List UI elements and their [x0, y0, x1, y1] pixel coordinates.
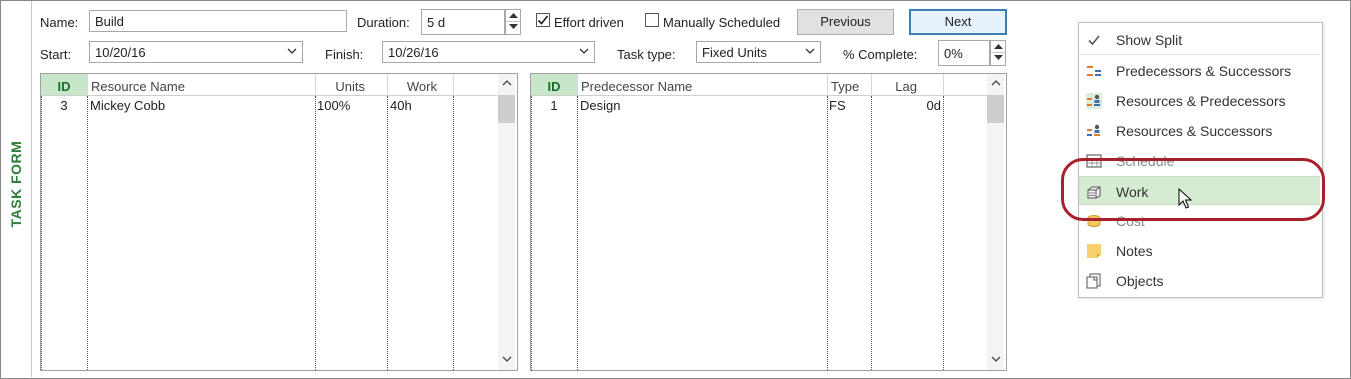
resource-table-scrollbar[interactable]	[498, 74, 515, 370]
resources-successors-icon	[1087, 124, 1100, 136]
scroll-up-icon[interactable]	[991, 79, 1001, 86]
menu-item-label: Resources & Successors	[1116, 123, 1273, 139]
column-header-id[interactable]: ID	[531, 74, 577, 96]
previous-button[interactable]: Previous	[797, 9, 894, 35]
task-form-sidebar: TASK FORM	[1, 1, 32, 377]
notes-icon	[1087, 244, 1101, 258]
predecessor-row-id[interactable]: 1	[531, 98, 577, 113]
manually-scheduled-label: Manually Scheduled	[663, 15, 781, 30]
name-label: Name:	[40, 15, 79, 30]
scroll-up-icon[interactable]	[502, 79, 512, 86]
spin-up-icon[interactable]	[991, 41, 1005, 53]
checkmark-icon	[537, 15, 549, 25]
menu-item-label: Objects	[1116, 273, 1164, 289]
chevron-down-icon	[287, 48, 297, 54]
spin-down-icon[interactable]	[991, 53, 1005, 65]
objects-icon	[1086, 273, 1101, 289]
start-date-dropdown[interactable]: 10/20/16	[89, 41, 303, 63]
menu-item-label: Notes	[1116, 243, 1153, 259]
finish-label: Finish:	[325, 47, 364, 62]
resources-predecessors-icon	[1086, 93, 1102, 109]
percent-complete-input[interactable]: 0%	[938, 40, 990, 66]
resource-row-id: 3	[60, 98, 68, 113]
finish-date-dropdown[interactable]: 10/26/16	[382, 41, 595, 63]
menu-item-predecessors-successors[interactable]: Predecessors & Successors	[1079, 56, 1320, 85]
menu-item-resources-successors[interactable]: Resources & Successors	[1079, 116, 1320, 145]
chevron-down-icon	[579, 48, 589, 54]
resource-row-work[interactable]: 40h	[390, 98, 412, 113]
duration-input[interactable]: 5 d	[421, 9, 505, 35]
predecessor-row-lag[interactable]: 0d	[871, 98, 941, 113]
scroll-down-icon[interactable]	[502, 356, 512, 363]
column-header-units[interactable]: Units	[315, 74, 387, 96]
menu-item-notes[interactable]: Notes	[1079, 236, 1320, 265]
mouse-pointer-icon	[1178, 188, 1192, 209]
effort-driven-checkbox[interactable]	[536, 13, 550, 27]
scroll-thumb[interactable]	[987, 95, 1004, 123]
column-header-resource-name[interactable]: Resource Name	[87, 74, 315, 96]
menu-item-label: Predecessors & Successors	[1116, 63, 1292, 79]
task-type-value: Fixed Units	[702, 45, 768, 60]
scroll-thumb[interactable]	[498, 95, 515, 123]
predecessor-row-name[interactable]: Design	[580, 98, 620, 113]
menu-item-label: Resources & Predecessors	[1116, 93, 1286, 109]
column-header-type[interactable]: Type	[827, 74, 871, 96]
menu-item-label: Show Split	[1116, 32, 1183, 48]
percent-complete-label: % Complete:	[843, 47, 918, 62]
duration-label: Duration:	[357, 15, 410, 30]
start-date-value: 10/20/16	[95, 45, 146, 60]
duration-spinner[interactable]	[505, 9, 521, 35]
task-type-label: Task type:	[617, 47, 676, 62]
spin-down-icon[interactable]	[506, 22, 520, 34]
menu-item-objects[interactable]: Objects	[1079, 266, 1320, 295]
highlight-annotation-oval	[1061, 158, 1325, 221]
column-header-predecessor-name[interactable]: Predecessor Name	[577, 74, 827, 96]
start-label: Start:	[40, 47, 72, 62]
next-button[interactable]: Next	[909, 9, 1007, 35]
menu-item-show-split[interactable]: Show Split	[1079, 25, 1320, 54]
predecessors-successors-icon	[1087, 66, 1101, 76]
scroll-down-icon[interactable]	[991, 356, 1001, 363]
predecessor-table: ID Predecessor Name Type Lag 1 Design FS…	[530, 73, 1007, 371]
resource-row-units[interactable]: 100%	[317, 98, 350, 113]
spin-up-icon[interactable]	[506, 10, 520, 22]
manually-scheduled-checkbox[interactable]	[645, 13, 659, 27]
chevron-down-icon	[805, 48, 815, 54]
predecessor-table-scrollbar[interactable]	[987, 74, 1004, 370]
name-input[interactable]: Build	[89, 10, 347, 32]
view-label: TASK FORM	[8, 140, 24, 228]
menu-item-resources-predecessors[interactable]: Resources & Predecessors	[1079, 86, 1320, 115]
checkmark-icon	[1088, 35, 1100, 46]
predecessor-row-type[interactable]: FS	[829, 98, 846, 113]
finish-date-value: 10/26/16	[388, 45, 439, 60]
percent-complete-spinner[interactable]	[990, 40, 1006, 66]
effort-driven-label: Effort driven	[554, 15, 624, 30]
resource-table: ID Resource Name Units Work 3 Mickey Cob…	[40, 73, 518, 371]
column-header-id[interactable]: ID	[41, 74, 87, 96]
resource-row-name[interactable]: Mickey Cobb	[90, 98, 165, 113]
column-header-work[interactable]: Work	[387, 74, 453, 96]
column-header-lag[interactable]: Lag	[871, 74, 943, 96]
task-type-dropdown[interactable]: Fixed Units	[696, 41, 821, 63]
